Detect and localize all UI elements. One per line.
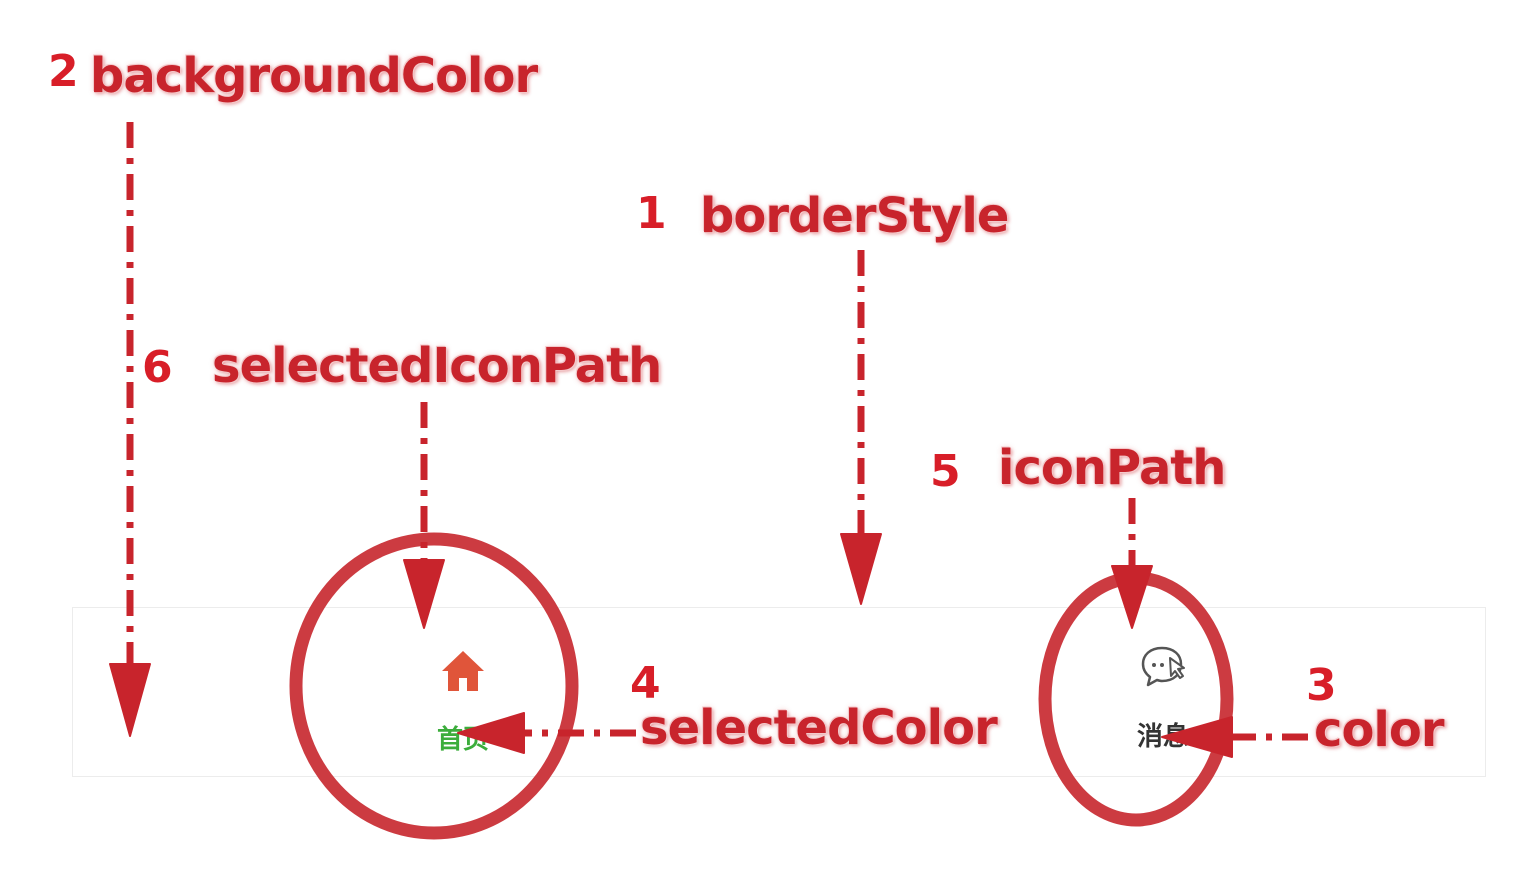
annotation-label-color: color: [1314, 702, 1445, 758]
annotation-number-backgroundColor: 2: [48, 46, 79, 97]
annotation-label-iconPath: iconPath: [998, 440, 1226, 496]
annotation-number-selectedIconPath: 6: [142, 342, 173, 393]
annotation-label-borderStyle: borderStyle: [700, 188, 1009, 244]
tab-home[interactable]: 首页: [403, 633, 523, 755]
annotation-number-borderStyle: 1: [636, 188, 667, 239]
annotation-label-selectedColor: selectedColor: [640, 700, 998, 756]
tabbar-annotation-diagram: 首页 消息 2 backgroundColor 1 borderStyle 6 …: [0, 0, 1536, 872]
tab-messages[interactable]: 消息: [1103, 628, 1223, 752]
chat-bubble-icon: [1141, 646, 1185, 687]
annotation-number-iconPath: 5: [930, 446, 961, 497]
annotation-label-selectedIconPath: selectedIconPath: [212, 338, 662, 394]
home-icon: [442, 651, 484, 691]
annotation-label-backgroundColor: backgroundColor: [90, 48, 538, 104]
arrowhead-borderStyle: [840, 533, 882, 605]
tab-home-label: 首页: [436, 725, 489, 755]
tab-messages-label: 消息: [1136, 722, 1189, 752]
